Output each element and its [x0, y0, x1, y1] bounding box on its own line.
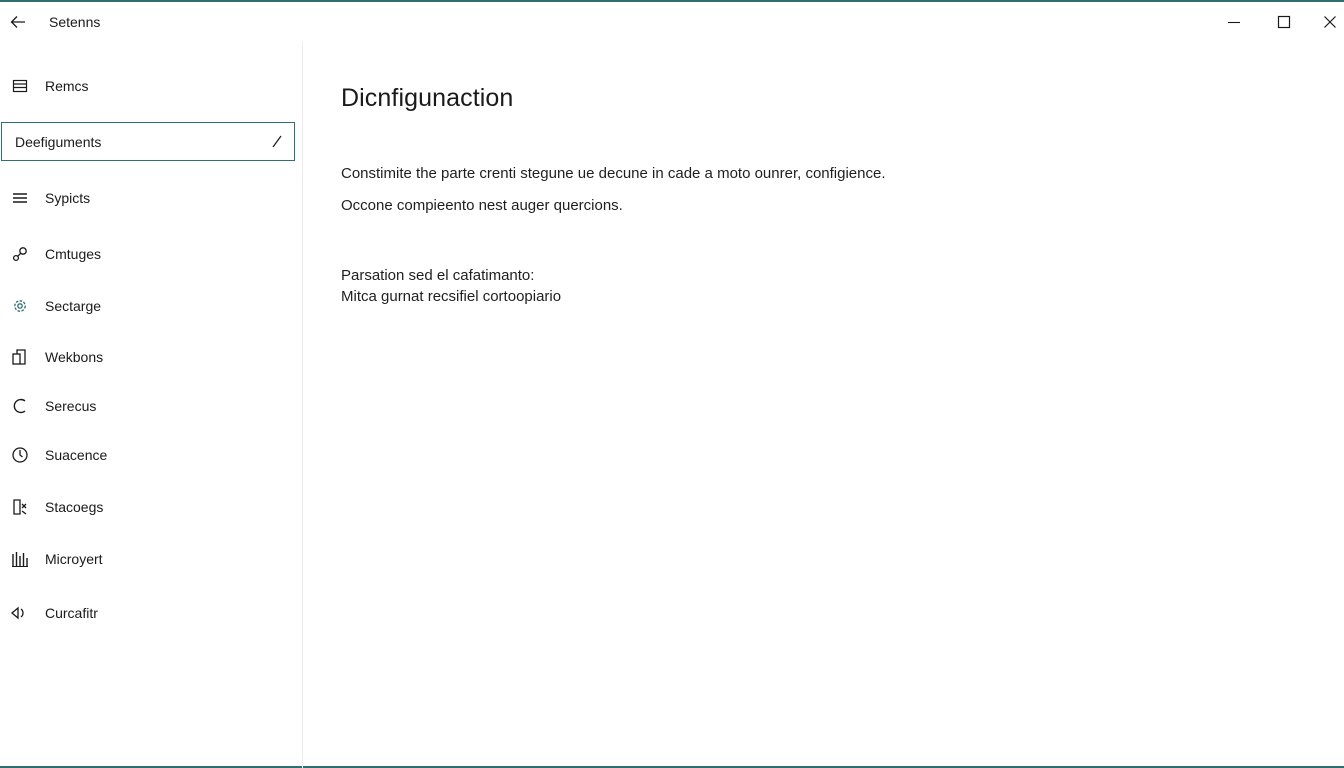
sidebar-item-remcs[interactable]: Remcs	[0, 68, 300, 104]
sidebar-item-stacoegs[interactable]: Stacoegs	[0, 489, 300, 525]
clock-icon	[10, 445, 30, 465]
sidebar-item-serecus[interactable]: Serecus	[0, 388, 300, 424]
sidebar-item-sectarge[interactable]: Sectarge	[0, 288, 300, 324]
storage-icon	[10, 497, 30, 517]
sidebar-item-suacence[interactable]: Suacence	[0, 437, 300, 473]
description-text: Occone compieento nest auger quercions.	[341, 197, 623, 214]
sidebar-item-label: Serecus	[45, 398, 97, 414]
close-button[interactable]	[1315, 8, 1344, 36]
page-title: Dicnfigunaction	[341, 84, 514, 112]
settings-window: Setenns Remcs Deefiguments Sypicts Cmtug…	[0, 0, 1344, 768]
sidebar-item-microyert[interactable]: Microyert	[0, 541, 300, 577]
minimize-icon	[1228, 21, 1240, 24]
description-text: Constimite the parte crenti stegune ue d…	[341, 165, 886, 182]
sidebar-item-label: Remcs	[45, 78, 89, 94]
maximize-icon	[1277, 15, 1291, 29]
sidebar: Remcs Deefiguments Sypicts Cmtuges Secta…	[0, 42, 303, 768]
content-pane: Dicnfigunaction Constimite the parte cre…	[304, 42, 1344, 768]
bars-icon	[10, 549, 30, 569]
sidebar-item-label: Deefiguments	[15, 133, 102, 150]
title-bar: Setenns	[0, 2, 1344, 42]
sidebar-item-deefiguments[interactable]: Deefiguments	[1, 122, 295, 161]
sidebar-item-label: Microyert	[45, 551, 103, 567]
speaker-icon	[10, 603, 30, 623]
maximize-button[interactable]	[1269, 8, 1299, 36]
sidebar-item-sypicts[interactable]: Sypicts	[0, 180, 300, 216]
gear-icon	[10, 296, 30, 316]
close-icon	[1324, 16, 1336, 28]
pencil-icon	[272, 135, 282, 148]
link-icon	[10, 244, 30, 264]
arc-icon	[10, 396, 30, 416]
sidebar-item-cmtuges[interactable]: Cmtuges	[0, 236, 300, 272]
section-label: Parsation sed el cafatimanto:	[341, 267, 535, 284]
list-icon	[10, 76, 30, 96]
sidebar-item-label: Sectarge	[45, 298, 102, 314]
devices-icon	[10, 347, 30, 367]
lines-icon	[10, 188, 30, 208]
sidebar-item-label: Suacence	[45, 447, 108, 463]
section-text: Mitca gurnat recsifiel cortoopiario	[341, 288, 562, 305]
minimize-button[interactable]	[1219, 8, 1249, 36]
sidebar-item-label: Curcafitr	[45, 605, 98, 621]
back-button[interactable]	[4, 8, 32, 36]
sidebar-item-label: Stacoegs	[45, 499, 104, 515]
arrow-left-icon	[10, 16, 25, 28]
sidebar-item-label: Wekbons	[45, 349, 104, 365]
window-title: Setenns	[49, 14, 101, 30]
sidebar-item-label: Cmtuges	[45, 246, 102, 262]
sidebar-item-wekbons[interactable]: Wekbons	[0, 339, 300, 375]
sidebar-item-curcafitr[interactable]: Curcafitr	[0, 595, 300, 631]
sidebar-item-label: Sypicts	[45, 190, 91, 206]
